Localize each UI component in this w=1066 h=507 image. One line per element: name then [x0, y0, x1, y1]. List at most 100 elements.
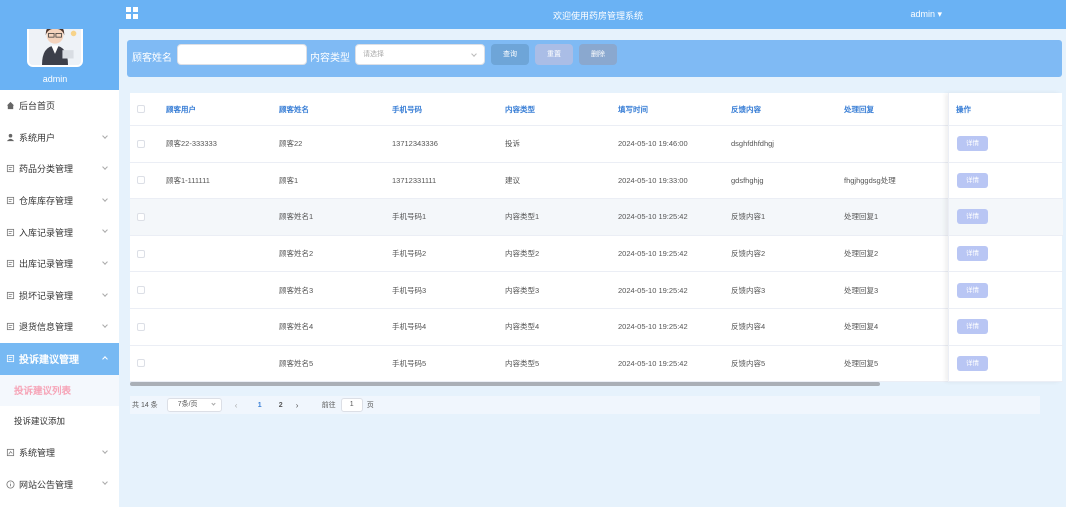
table-cell: 处理回复2: [844, 249, 879, 259]
doc-icon: [6, 164, 15, 173]
sidebar-item-4[interactable]: 入库记录管理: [0, 216, 119, 248]
sidebar-item-8[interactable]: 投诉建议管理: [0, 342, 119, 375]
table-cell: 内容类型3: [505, 285, 540, 295]
query-button[interactable]: 查询: [491, 44, 529, 65]
column-header[interactable]: 填写时间: [618, 93, 648, 125]
table-cell: fhgjhggdsg处理: [844, 175, 896, 185]
chevron-icon: [102, 195, 108, 202]
horizontal-scrollbar[interactable]: [130, 382, 880, 386]
table-cell: 反馈内容4: [731, 322, 766, 332]
goto-unit: 页: [366, 402, 374, 409]
top-bar: 欢迎使用药房管理系统 admin ▾: [0, 0, 1066, 29]
column-header[interactable]: 顾客用户: [166, 93, 196, 125]
detail-button[interactable]: 详情: [957, 319, 988, 335]
chevron-icon: [102, 164, 108, 171]
sidebar-bottom-item-2[interactable]: 资源管理: [0, 500, 119, 507]
app-title: 欢迎使用药房管理系统: [552, 11, 643, 21]
table-cell: 13712331111: [392, 175, 437, 185]
table-row[interactable]: 顾客1-111111 顾客1 13712331111 建议 2024-05-10 19:…: [130, 163, 1062, 200]
chevron-icon: [102, 322, 108, 328]
sidebar-item-1[interactable]: 系统用户: [0, 122, 119, 154]
table-cell: 内容类型5: [505, 358, 540, 368]
table-row[interactable]: 顾客姓名1 手机号码1 内容类型1 2024-05-10 19:25:42 反馈内容1 处…: [130, 199, 1062, 236]
doc-icon: [6, 228, 15, 237]
sidebar: admin 后台首页 系统用户 药品分类管理 仓库库存管理 入库记录管理 出库记录管理 损坏…: [0, 0, 119, 507]
sidebar-bottom-item-1[interactable]: 网站公告管理: [0, 468, 119, 500]
table-cell: dsghfdhfdhgj: [731, 139, 774, 149]
table-cell: 投诉: [505, 139, 520, 149]
table-cell: 反馈内容1: [731, 212, 766, 222]
submenu-item-0[interactable]: 投诉建议列表: [0, 374, 119, 406]
sidebar-item-0[interactable]: 后台首页: [0, 90, 119, 122]
column-header[interactable]: 内容类型: [505, 93, 535, 125]
delete-button[interactable]: 删除: [579, 44, 617, 65]
reset-button[interactable]: 重置: [535, 44, 573, 65]
table-cell: 顾客姓名2: [279, 249, 314, 259]
table-cell: 反馈内容5: [731, 358, 766, 368]
table-cell: 手机号码5: [392, 358, 427, 368]
user-icon: [6, 133, 15, 142]
table-cell: 2024-05-10 19:25:42: [618, 212, 688, 222]
content-type-select[interactable]: 请选择: [355, 44, 485, 65]
row-checkbox[interactable]: [137, 249, 145, 258]
page-1[interactable]: 1: [254, 402, 266, 409]
row-checkbox[interactable]: [137, 286, 145, 295]
sidebar-item-6[interactable]: 损坏记录管理: [0, 280, 119, 312]
sidebar-item-3[interactable]: 仓库库存管理: [0, 185, 119, 217]
table-cell: 处理回复5: [844, 358, 879, 368]
table-row[interactable]: 顾客姓名4 手机号码4 内容类型4 2024-05-10 19:25:42 反馈内容4 处…: [130, 309, 1062, 346]
doc-icon: [6, 354, 15, 363]
submenu-item-1[interactable]: 投诉建议添加: [0, 406, 119, 437]
table-row[interactable]: 顾客姓名5 手机号码5 内容类型5 2024-05-10 19:25:42 反馈内容5 处…: [130, 346, 1062, 383]
table-cell: gdsfhghjg: [731, 175, 764, 185]
table-row[interactable]: 顾客22-333333 顾客22 13712343336 投诉 2024-05-10 1…: [130, 126, 1062, 163]
select-all-checkbox[interactable]: [137, 105, 145, 113]
sidebar-item-2[interactable]: 药品分类管理: [0, 153, 119, 185]
table-cell: 内容类型4: [505, 322, 540, 332]
column-header[interactable]: 手机号码: [392, 93, 422, 125]
detail-button[interactable]: 详情: [957, 172, 988, 188]
goto-page-input[interactable]: 1: [340, 398, 363, 412]
detail-button[interactable]: 详情: [957, 246, 988, 262]
sidebar-item-7[interactable]: 退货信息管理: [0, 311, 119, 343]
profile-username: admin: [42, 74, 68, 84]
chevron-icon: [102, 132, 108, 139]
page-size-select[interactable]: 7条/页: [166, 398, 222, 412]
user-menu[interactable]: admin ▾: [910, 9, 942, 20]
column-header[interactable]: 处理回复: [844, 93, 874, 125]
table-cell: 顾客1: [279, 175, 299, 185]
row-checkbox[interactable]: [137, 359, 145, 368]
chevron-icon: [102, 259, 108, 265]
row-checkbox[interactable]: [137, 322, 145, 331]
table-cell: 处理回复1: [844, 212, 879, 222]
detail-button[interactable]: 详情: [957, 282, 988, 298]
column-header[interactable]: 反馈内容: [731, 93, 761, 125]
row-checkbox[interactable]: [137, 212, 145, 221]
table-cell: 手机号码1: [392, 212, 427, 222]
column-header[interactable]: 顾客姓名: [279, 93, 309, 125]
customer-name-input[interactable]: [177, 44, 307, 65]
table-cell: 13712343336: [392, 139, 438, 149]
chevron-down-icon: [471, 51, 477, 57]
page-2[interactable]: 2: [275, 402, 287, 409]
table-cell: 顾客22: [279, 139, 303, 149]
prev-page-icon[interactable]: ‹: [235, 401, 245, 410]
detail-button[interactable]: 详情: [957, 136, 988, 152]
chevron-icon: [102, 290, 108, 297]
next-page-icon[interactable]: ›: [296, 401, 306, 410]
table-row[interactable]: 顾客姓名2 手机号码2 内容类型2 2024-05-10 19:25:42 反馈内容2 处…: [130, 236, 1062, 273]
row-checkbox[interactable]: [137, 139, 145, 148]
table-row[interactable]: 顾客姓名3 手机号码3 内容类型3 2024-05-10 19:25:42 反馈内容3 处…: [130, 272, 1062, 309]
table-cell: 顾客姓名4: [279, 322, 314, 332]
sidebar-bottom-item-0[interactable]: 系统管理: [0, 437, 119, 469]
detail-button[interactable]: 详情: [957, 209, 988, 225]
row-checkbox[interactable]: [137, 176, 145, 185]
sidebar-item-5[interactable]: 出库记录管理: [0, 248, 119, 280]
customer-name-label: 顾客姓名: [132, 53, 172, 64]
detail-button[interactable]: 详情: [957, 355, 988, 371]
table-cell: 手机号码2: [392, 249, 427, 259]
content-type-placeholder: 请选择: [363, 51, 384, 58]
table-header: 顾客用户 顾客姓名 手机号码 内容类型 填写时间 反馈内容 处理回复: [130, 93, 1062, 126]
column-header-operation: 操作: [956, 104, 971, 114]
content-type-label: 内容类型: [310, 53, 350, 64]
